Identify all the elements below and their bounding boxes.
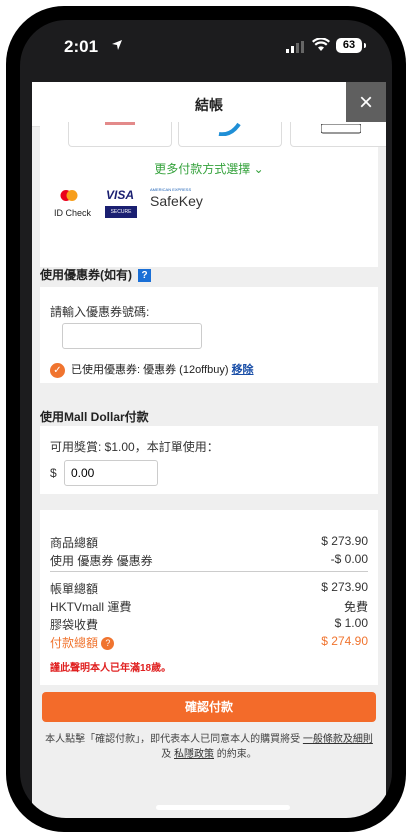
mall-dollar-card: 可用獎賞: $1.00，本訂單使用： $ bbox=[40, 426, 378, 494]
card-security-logos: ID Check VISA SECURE AMERICAN EXPRESS Sa… bbox=[50, 182, 370, 222]
payment-option-mastercard[interactable] bbox=[68, 122, 172, 147]
help-icon[interactable]: ? bbox=[101, 637, 115, 651]
payment-total-value: $ 274.90 bbox=[321, 634, 368, 648]
summary-value: 免費 bbox=[343, 600, 368, 614]
total-label-text: 付款總額 bbox=[50, 636, 99, 650]
safekey-logo: SafeKey bbox=[150, 193, 203, 209]
age-declaration: 謹此聲明本人已年滿18歲。 bbox=[50, 663, 172, 674]
summary-row: 膠袋收費 $ 1.00 bbox=[50, 616, 368, 632]
terms-suffix: 的約束。 bbox=[216, 749, 257, 760]
amex-label: AMERICAN EXPRESS bbox=[150, 187, 192, 192]
remove-coupon-link[interactable]: 移除 bbox=[232, 364, 254, 376]
summary-value: $ 273.90 bbox=[321, 580, 368, 594]
mall-dollar-available: 可用獎賞: $1.00，本訂單使用： bbox=[50, 440, 219, 454]
coupon-title: 使用優惠券(如有) bbox=[40, 268, 132, 282]
home-indicator[interactable] bbox=[156, 805, 290, 810]
status-time: 2:01 bbox=[64, 37, 99, 56]
help-icon[interactable]: ? bbox=[138, 269, 151, 283]
mall-dollar-title: 使用Mall Dollar付款 bbox=[40, 410, 149, 424]
wallet-logo-icon bbox=[218, 122, 241, 136]
summary-label: 帳單總額 bbox=[50, 582, 99, 596]
payment-total-row: 付款總額 ? $ 274.90 bbox=[50, 634, 368, 651]
more-payment-methods-link[interactable]: 更多付款方式選擇 ⌄ bbox=[40, 160, 378, 177]
location-arrow-icon bbox=[112, 40, 122, 50]
coupon-code-input[interactable] bbox=[62, 323, 202, 349]
sheet-header: 結帳 × bbox=[32, 82, 386, 127]
cellular-signal-icon bbox=[286, 41, 304, 53]
coupon-applied-row: ✓ 已使用優惠券: 優惠券 (12offbuy) 移除 bbox=[50, 361, 254, 378]
terms-link[interactable]: 一般條款及細則 bbox=[303, 734, 373, 745]
screen: 2:01 63 結帳 × 更多付款方式選擇 ⌄ ID Check VISA SE… bbox=[20, 20, 392, 818]
currency-symbol: $ bbox=[50, 466, 57, 480]
payment-total-label: 付款總額 ? bbox=[50, 634, 120, 651]
mall-dollar-input[interactable] bbox=[64, 460, 158, 486]
visa-logo-icon: VISA bbox=[106, 188, 135, 202]
summary-value: $ 1.00 bbox=[334, 616, 368, 630]
summary-label: 商品總額 bbox=[50, 536, 99, 550]
close-button[interactable]: × bbox=[346, 82, 386, 126]
privacy-link[interactable]: 私隱政策 bbox=[174, 749, 214, 760]
summary-label: 膠袋收費 bbox=[50, 618, 99, 632]
summary-value: $ 273.90 bbox=[321, 534, 368, 548]
payment-option-wallet[interactable] bbox=[178, 122, 282, 147]
coupon-applied-text: 已使用優惠券: 優惠券 (12offbuy) bbox=[71, 364, 229, 376]
terms-notice: 本人點擊「確認付款」，即代表本人已同意本人的購買將受 一般條款及細則 及 私隱政… bbox=[44, 732, 374, 762]
mastercard-icon bbox=[60, 190, 78, 201]
summary-row: 商品總額 $ 273.90 bbox=[50, 534, 368, 550]
page-title: 結帳 bbox=[195, 97, 223, 113]
pay-logo-icon bbox=[321, 124, 361, 134]
order-summary-card: 商品總額 $ 273.90 使用 優惠券 優惠券 -$ 0.00 帳單總額 $ 273… bbox=[40, 510, 378, 685]
summary-row: 帳單總額 $ 273.90 bbox=[50, 580, 368, 596]
id-check-label: ID Check bbox=[54, 208, 92, 218]
phone-frame: 2:01 63 結帳 × 更多付款方式選擇 ⌄ ID Check VISA SE… bbox=[6, 6, 406, 832]
summary-row: HKTVmall 運費 免費 bbox=[50, 598, 368, 614]
mastercard-logo-icon bbox=[105, 122, 135, 125]
coupon-section-title: 使用優惠券(如有)? bbox=[40, 266, 151, 283]
payment-methods-card: 更多付款方式選擇 ⌄ ID Check VISA SECURE AMERICAN… bbox=[40, 122, 386, 267]
summary-divider bbox=[50, 571, 368, 572]
payment-option-pay[interactable] bbox=[290, 122, 386, 147]
confirm-payment-button[interactable]: 確認付款 bbox=[42, 692, 376, 722]
status-bar: 2:01 63 bbox=[20, 20, 392, 80]
summary-value: -$ 0.00 bbox=[330, 552, 368, 566]
terms-and: 及 bbox=[161, 749, 172, 760]
terms-prefix: 本人點擊「確認付款」，即代表本人已同意本人的購買將受 bbox=[45, 734, 301, 745]
checkout-sheet: 結帳 × 更多付款方式選擇 ⌄ ID Check VISA SECURE AME… bbox=[32, 82, 386, 818]
battery-indicator: 63 bbox=[336, 38, 366, 53]
summary-label: HKTVmall 運費 bbox=[50, 600, 132, 614]
summary-label: 使用 優惠券 優惠券 bbox=[50, 554, 153, 568]
coupon-input-label: 請輸入優惠券號碼: bbox=[50, 305, 150, 319]
coupon-card: 請輸入優惠券號碼: ✓ 已使用優惠券: 優惠券 (12offbuy) 移除 bbox=[40, 287, 378, 383]
wifi-icon bbox=[312, 38, 330, 51]
check-icon: ✓ bbox=[50, 362, 65, 378]
summary-row: 使用 優惠券 優惠券 -$ 0.00 bbox=[50, 552, 368, 568]
visa-secure-badge: SECURE bbox=[105, 206, 137, 218]
